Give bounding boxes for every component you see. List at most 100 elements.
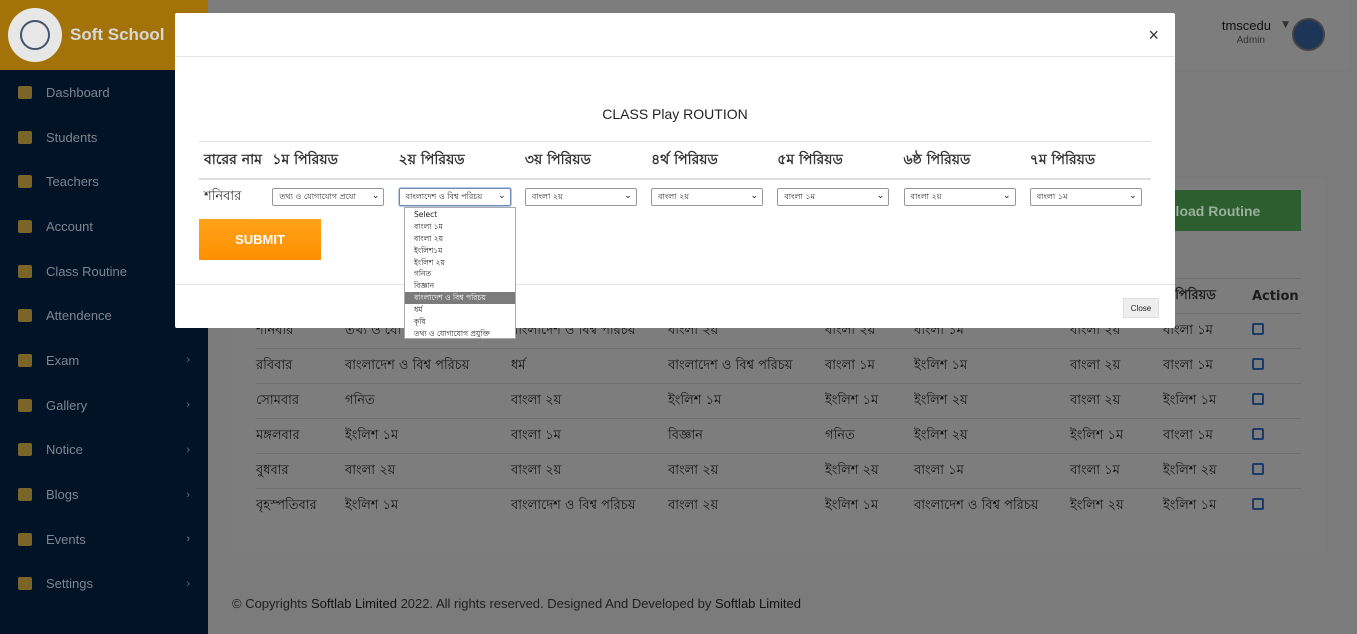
column-header: য় পিরিয়ড xyxy=(1163,278,1252,314)
sidebar-item-notice[interactable]: Notice › xyxy=(0,428,208,473)
subject-cell: ইংলিশ ১ম xyxy=(1070,418,1163,454)
dropdown-option[interactable]: ধর্ম xyxy=(405,304,515,316)
user-name[interactable]: tmscedu xyxy=(1222,18,1271,33)
period-1-select[interactable]: তথ্য ও যোগাযোগ প্রযো ⌄ xyxy=(272,188,385,206)
day-cell: রবিবার xyxy=(256,348,345,384)
subject-cell: বিজ্ঞান xyxy=(668,418,825,454)
dropdown-option[interactable]: ইংলিশ১ম xyxy=(405,245,515,257)
sidebar-item-exam[interactable]: Exam › xyxy=(0,338,208,383)
subject-cell: বাংলা ২য় xyxy=(1070,348,1163,384)
calendar-icon xyxy=(18,264,32,278)
sidebar-item-label: Gallery xyxy=(46,397,88,413)
footer-company-link-2[interactable]: Softlab Limited xyxy=(715,596,801,611)
subject-cell: বাংলাদেশ ও বিশ্ব পরিচয় xyxy=(668,348,825,384)
chevron-down-icon: ⌄ xyxy=(498,191,506,201)
select-value: বাংলা ১ম xyxy=(1036,191,1068,201)
modal-column-header: ৫ম পিরিয়ড xyxy=(772,141,899,180)
period-5-select[interactable]: বাংলা ১ম ⌄ xyxy=(777,188,890,206)
edit-icon[interactable] xyxy=(1252,393,1264,405)
action-cell xyxy=(1252,383,1301,419)
sidebar-item-label: Dashboard xyxy=(46,84,110,100)
dropdown-option[interactable]: বিজ্ঞান xyxy=(405,280,515,292)
period-3-select[interactable]: বাংলা ২য় ⌄ xyxy=(524,188,637,206)
day-cell: বুধবার xyxy=(256,453,345,489)
notice-icon xyxy=(18,443,32,457)
dropdown-option[interactable]: ইংলিশ ২য় xyxy=(405,257,515,269)
close-button[interactable]: Close xyxy=(1123,298,1159,318)
footer-company-link[interactable]: Softlab Limited xyxy=(311,596,397,611)
subject-cell: বাংলা ১ম xyxy=(1070,453,1163,489)
sidebar-item-label: Blogs xyxy=(46,487,79,503)
day-label: শনিবার xyxy=(204,188,242,204)
period-dropdown-list[interactable]: Select বাংলা ১ম বাংলা ২য় ইংলিশ১ম ইংলিশ ২য় গ… xyxy=(404,207,516,339)
dropdown-option[interactable]: কৃষি xyxy=(405,316,515,328)
period-2-select[interactable]: বাংলাদেশ ও বিশ্ব পরিচয় ⌄ xyxy=(398,188,511,206)
avatar[interactable] xyxy=(1292,18,1325,51)
dropdown-option[interactable]: বাংলা ১ম xyxy=(405,221,515,233)
subject-cell: গনিত xyxy=(825,418,914,454)
modal-column-header: ৭ম পিরিয়ড xyxy=(1024,141,1151,180)
dropdown-option[interactable]: Select xyxy=(405,209,515,221)
sidebar-item-blogs[interactable]: Blogs › xyxy=(0,472,208,517)
sidebar-item-settings[interactable]: Settings › xyxy=(0,562,208,607)
dropdown-option[interactable]: বাংলাদেশ ও বিশ্ব পরিচয় xyxy=(405,292,515,305)
close-icon[interactable]: × xyxy=(1148,25,1159,46)
school-logo[interactable] xyxy=(8,8,62,62)
sidebar-item-events[interactable]: Events › xyxy=(0,517,208,562)
footer: © Copyrights Softlab Limited 2022. All r… xyxy=(232,596,801,611)
modal-column-header: ২য় পিরিয়ড xyxy=(393,141,520,180)
caret-down-icon[interactable]: ▼ xyxy=(1282,20,1289,30)
subject-cell: ইংলিশ ২য় xyxy=(825,453,914,489)
subject-cell: বাংলা ২য় xyxy=(345,453,511,489)
sidebar-item-label: Class Routine xyxy=(46,263,127,279)
chevron-right-icon: › xyxy=(186,354,190,367)
dropdown-option[interactable]: বাংলা ২য় xyxy=(405,233,515,245)
table-row: মঙ্গলবার ইংলিশ ১ম বাংলা ১ম বিজ্ঞান গনিত ইংলিশ… xyxy=(256,418,1301,454)
sidebar-item-gallery[interactable]: Gallery › xyxy=(0,383,208,428)
subject-cell: ইংলিশ ২য় xyxy=(1163,453,1252,489)
modal-routine-form: বারের নাম ১ম পিরিয়ড ২য় পিরিয়ড ৩য় পিরিয়… xyxy=(199,141,1151,214)
sidebar-item-label: Exam xyxy=(46,352,80,368)
chevron-down-icon: ⌄ xyxy=(624,191,632,201)
select-value: তথ্য ও যোগাযোগ প্রযো xyxy=(279,191,356,201)
action-cell xyxy=(1252,418,1301,454)
sidebar-item-label: Events xyxy=(46,531,86,547)
select-value: বাংলা ২য় xyxy=(910,191,942,201)
subject-cell: ইংলিশ ১ম xyxy=(914,348,1070,384)
subject-cell: ইংলিশ ১ম xyxy=(668,383,825,419)
select-value: বাংলা ২য় xyxy=(658,191,690,201)
period-7-select[interactable]: বাংলা ১ম ⌄ xyxy=(1029,188,1142,206)
modal-column-header: ৪র্থ পিরিয়ড xyxy=(646,141,773,180)
chevron-right-icon: › xyxy=(186,577,190,590)
period-6-select[interactable]: বাংলা ২য় ⌄ xyxy=(903,188,1016,206)
subject-cell: ইংলিশ ১ম xyxy=(1163,383,1252,419)
subject-cell: বাংলা ২য় xyxy=(1070,383,1163,419)
subject-cell: বাংলা ১ম xyxy=(1163,348,1252,384)
submit-button[interactable]: SUBMIT xyxy=(199,219,321,260)
chevron-right-icon: › xyxy=(186,399,190,412)
subject-cell: বাংলা ১ম xyxy=(914,453,1070,489)
period-4-select[interactable]: বাংলা ২য় ⌄ xyxy=(651,188,764,206)
subject-cell: বাংলা ২য় xyxy=(668,488,825,523)
edit-icon[interactable] xyxy=(1252,428,1264,440)
events-icon xyxy=(18,532,32,546)
subject-cell: ইংলিশ ২য় xyxy=(914,383,1070,419)
edit-icon[interactable] xyxy=(1252,463,1264,475)
chevron-right-icon: › xyxy=(186,443,190,456)
period-select-cell: বাংলা ১ম ⌄ xyxy=(1025,179,1151,214)
modal-header: × xyxy=(175,13,1175,57)
edit-icon[interactable] xyxy=(1252,498,1264,510)
footer-middle: 2022. All rights reserved. Designed And … xyxy=(396,596,715,611)
edit-icon[interactable] xyxy=(1252,358,1264,370)
blogs-icon xyxy=(18,488,32,502)
modal-column-header: ১ম পিরিয়ড xyxy=(267,141,394,180)
brand-name[interactable]: Soft School xyxy=(70,25,164,45)
dropdown-option[interactable]: গনিত xyxy=(405,268,515,280)
day-cell: মঙ্গলবার xyxy=(256,418,345,454)
subject-cell: ইংলিশ ১ম xyxy=(1163,488,1252,523)
dropdown-option[interactable]: তথ্য ও যোগাযোগ প্রযুক্তি xyxy=(405,328,515,340)
chevron-right-icon: › xyxy=(186,488,190,501)
action-cell xyxy=(1252,348,1301,384)
edit-icon[interactable] xyxy=(1252,323,1264,335)
modal-title: CLASS Play ROUTION xyxy=(602,106,748,122)
